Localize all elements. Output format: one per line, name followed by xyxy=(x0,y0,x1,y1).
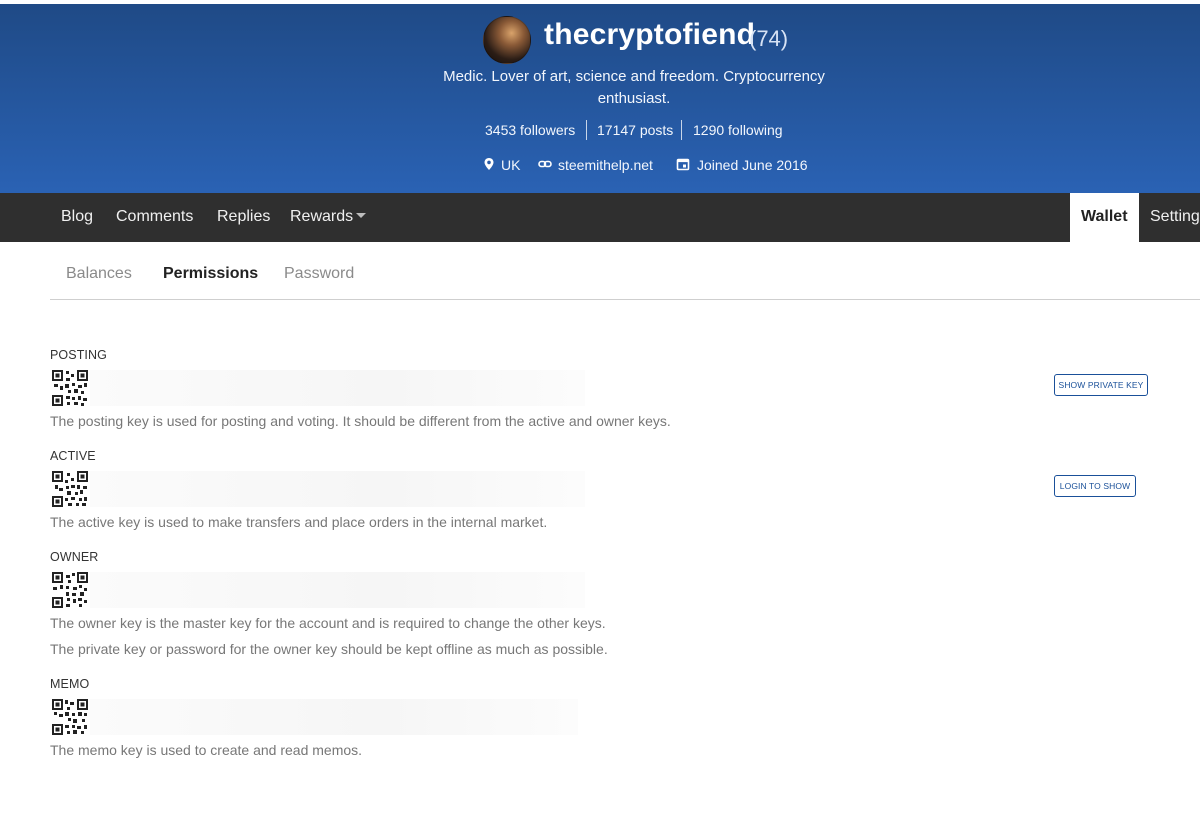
nav-comments[interactable]: Comments xyxy=(116,208,193,226)
qr-code-icon[interactable] xyxy=(52,572,88,608)
stats-divider xyxy=(681,120,682,140)
owner-key-warning: The private key or password for the owne… xyxy=(50,641,608,657)
nav-wallet-label: Wallet xyxy=(1081,208,1128,225)
reputation-score: (74) xyxy=(749,26,789,51)
nav-replies[interactable]: Replies xyxy=(217,208,270,226)
profile-header: thecryptofiend (74) Medic. Lover of art,… xyxy=(0,4,1200,193)
nav-wallet[interactable]: Wallet xyxy=(1070,193,1139,242)
following-count[interactable]: 1290 following xyxy=(693,122,783,138)
wallet-subtabs: Balances Permissions Password xyxy=(50,242,1200,300)
profile-username: thecryptofiend xyxy=(544,18,756,51)
memo-key-description: The memo key is used to create and read … xyxy=(50,742,363,758)
owner-key-label: OWNER xyxy=(50,550,99,564)
qr-code-icon[interactable] xyxy=(52,471,88,507)
avatar[interactable] xyxy=(483,16,531,64)
memo-key-label: MEMO xyxy=(50,677,90,691)
stats-divider xyxy=(586,120,587,140)
calendar-icon xyxy=(676,158,690,171)
posting-key-label: POSTING xyxy=(50,348,107,362)
profile-stats: 3453 followers 17147 posts 1290 followin… xyxy=(0,120,1200,142)
qr-code-icon[interactable] xyxy=(52,370,88,406)
active-key-label: ACTIVE xyxy=(50,449,96,463)
profile-bio: Medic. Lover of art, science and freedom… xyxy=(443,68,825,107)
nav-settings[interactable]: Settings xyxy=(1150,208,1200,226)
owner-public-key xyxy=(90,572,585,608)
followers-count[interactable]: 3453 followers xyxy=(485,122,575,138)
posting-key-description: The posting key is used for posting and … xyxy=(50,413,671,429)
login-to-show-button[interactable]: LOGIN TO SHOW xyxy=(1054,475,1136,497)
tab-password[interactable]: Password xyxy=(284,265,354,283)
posts-count: 17147 posts xyxy=(597,122,674,138)
active-public-key xyxy=(90,471,585,507)
qr-code-icon[interactable] xyxy=(52,699,88,735)
profile-meta: UK steemithelp.net Joined June 2016 xyxy=(0,154,1200,176)
tab-balances[interactable]: Balances xyxy=(66,265,132,283)
show-private-key-button[interactable]: SHOW PRIVATE KEY xyxy=(1054,374,1148,396)
active-key-description: The active key is used to make transfers… xyxy=(50,514,548,530)
owner-key-description: The owner key is the master key for the … xyxy=(50,615,606,631)
memo-public-key xyxy=(90,699,578,735)
posting-public-key xyxy=(90,370,585,406)
tab-permissions[interactable]: Permissions xyxy=(163,265,258,283)
profile-website-link[interactable]: steemithelp.net xyxy=(558,157,653,173)
profile-location: UK xyxy=(501,157,521,173)
nav-blog[interactable]: Blog xyxy=(61,208,93,226)
nav-rewards[interactable]: Rewards xyxy=(290,208,353,226)
profile-joined-date: Joined June 2016 xyxy=(697,157,808,173)
map-pin-icon xyxy=(484,158,494,170)
profile-navbar: Blog Comments Replies Rewards Wallet Set… xyxy=(0,193,1200,242)
link-icon xyxy=(538,160,552,168)
caret-down-icon[interactable] xyxy=(356,213,366,218)
